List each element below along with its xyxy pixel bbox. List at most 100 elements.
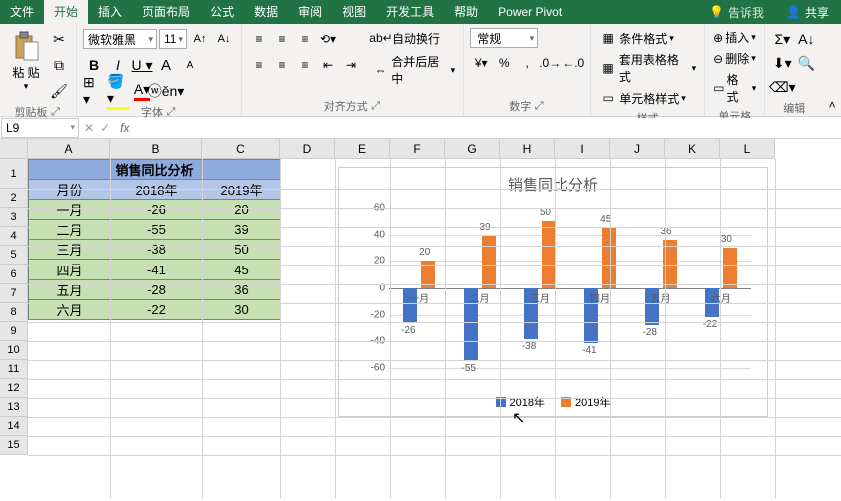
underline-button[interactable]: U ▾	[131, 54, 153, 76]
comma-button[interactable]: ,	[516, 52, 538, 74]
col-header[interactable]: I	[555, 139, 610, 159]
tab-dev[interactable]: 开发工具	[376, 0, 444, 24]
font-name-combo[interactable]: 微软雅黑	[83, 29, 157, 49]
tell-me[interactable]: 💡 告诉我	[699, 4, 774, 21]
row-header[interactable]: 4	[0, 227, 28, 246]
phonetic-button[interactable]: ⓦěn▾	[155, 80, 177, 102]
align-bottom-button[interactable]: ≡	[294, 28, 316, 50]
ribbon-tabs: 文件 开始 插入 页面布局 公式 数据 审阅 视图 开发工具 帮助 Power …	[0, 0, 841, 24]
row-header[interactable]: 6	[0, 265, 28, 284]
cell-styles-button[interactable]: ▭单元格样式▾	[597, 88, 698, 108]
wrap-text-button[interactable]: ab↵自动换行	[370, 28, 457, 48]
col-header[interactable]: A	[28, 139, 110, 159]
autosum-button[interactable]: Σ▾	[771, 28, 793, 50]
paste-button[interactable]: 粘 贴 ▾	[6, 28, 46, 94]
col-header[interactable]: B	[110, 139, 202, 159]
row-header[interactable]: 12	[0, 379, 28, 398]
scissors-icon: ✂	[53, 31, 65, 48]
cancel-formula-button[interactable]: ✕	[84, 121, 94, 135]
clear-button[interactable]: ⌫▾	[771, 76, 793, 98]
orientation-button[interactable]: ⟲▾	[317, 28, 339, 50]
col-header[interactable]: H	[500, 139, 555, 159]
insert-cells-button[interactable]: ⊕插入▾	[711, 28, 758, 47]
align-center-button[interactable]: ≡	[271, 54, 293, 76]
row-header[interactable]: 2	[0, 189, 28, 208]
cell: 三月	[29, 240, 111, 260]
row-header[interactable]: 13	[0, 398, 28, 417]
font-launcher[interactable]: ⤢	[165, 106, 177, 118]
increase-font-button[interactable]: A↑	[189, 28, 211, 50]
row-header[interactable]: 7	[0, 284, 28, 303]
row-header[interactable]: 15	[0, 436, 28, 455]
increase-decimal-button[interactable]: .0→	[539, 52, 561, 74]
cut-button[interactable]: ✂	[48, 28, 70, 50]
tab-help[interactable]: 帮助	[444, 0, 488, 24]
tab-home[interactable]: 开始	[44, 0, 88, 24]
col-header[interactable]: L	[720, 139, 775, 159]
tab-file[interactable]: 文件	[0, 0, 44, 24]
merge-center-button[interactable]: ⇔合并后居中▾	[370, 52, 457, 88]
number-launcher[interactable]: ⤢	[533, 100, 545, 112]
format-cells-button[interactable]: ▭格式▾	[711, 70, 758, 106]
row-header[interactable]: 11	[0, 360, 28, 379]
tab-layout[interactable]: 页面布局	[132, 0, 200, 24]
delete-cells-button[interactable]: ⊖删除▾	[711, 49, 758, 68]
number-format-combo[interactable]: 常规	[470, 28, 538, 48]
row-header[interactable]: 1	[0, 159, 28, 189]
align-top-button[interactable]: ≡	[248, 28, 270, 50]
decrease-decimal-button[interactable]: ←.0	[562, 52, 584, 74]
row-header[interactable]: 9	[0, 322, 28, 341]
bold-button[interactable]: B	[83, 54, 105, 76]
row-header[interactable]: 14	[0, 417, 28, 436]
copy-button[interactable]: ⧉	[48, 54, 70, 76]
indent-decrease-button[interactable]: ⇤	[317, 54, 339, 76]
sort-filter-button[interactable]: A↓	[795, 28, 817, 50]
conditional-format-button[interactable]: ▦条件格式▾	[597, 28, 698, 48]
percent-button[interactable]: %	[493, 52, 515, 74]
col-header[interactable]: F	[390, 139, 445, 159]
decrease-font-button[interactable]: A↓	[213, 28, 235, 50]
tab-formulas[interactable]: 公式	[200, 0, 244, 24]
col-header[interactable]: E	[335, 139, 390, 159]
eraser-icon: ⌫▾	[769, 79, 796, 96]
align-right-button[interactable]: ≡	[294, 54, 316, 76]
indent-increase-button[interactable]: ⇥	[340, 54, 362, 76]
row-header[interactable]: 8	[0, 303, 28, 322]
col-header[interactable]: J	[610, 139, 665, 159]
col-header[interactable]: D	[280, 139, 335, 159]
tab-data[interactable]: 数据	[244, 0, 288, 24]
font-size-combo[interactable]: 11	[159, 29, 187, 49]
share-button[interactable]: 👤 共享	[774, 4, 841, 21]
fx-icon[interactable]: fx	[114, 121, 135, 135]
currency-button[interactable]: ¥▾	[470, 52, 492, 74]
align-left-button[interactable]: ≡	[248, 54, 270, 76]
align-launcher[interactable]: ⤢	[370, 100, 382, 112]
fill-button[interactable]: ⬇▾	[771, 52, 793, 74]
select-all-corner[interactable]	[0, 139, 28, 159]
row-header[interactable]: 5	[0, 246, 28, 265]
tab-view[interactable]: 视图	[332, 0, 376, 24]
name-box[interactable]: L9	[1, 118, 79, 138]
worksheet[interactable]: A B C D E F G H I J K L 1234567891011121…	[0, 139, 841, 499]
col-header[interactable]: K	[665, 139, 720, 159]
font-big-button[interactable]: A	[155, 54, 177, 76]
tab-insert[interactable]: 插入	[88, 0, 132, 24]
format-painter-button[interactable]: 🖌	[48, 80, 70, 102]
fill-color-button[interactable]: 🪣▾	[107, 80, 129, 102]
cell: -26	[111, 200, 203, 220]
enter-formula-button[interactable]: ✓	[100, 121, 110, 135]
collapse-ribbon-button[interactable]: ˄	[829, 98, 836, 112]
border-button[interactable]: ⊞ ▾	[83, 80, 105, 102]
col-header[interactable]: C	[202, 139, 280, 159]
row-header[interactable]: 3	[0, 208, 28, 227]
tab-powerpivot[interactable]: Power Pivot	[488, 0, 572, 24]
find-button[interactable]: 🔍	[795, 52, 817, 74]
formula-input[interactable]	[135, 118, 841, 138]
col-header[interactable]: G	[445, 139, 500, 159]
align-middle-button[interactable]: ≡	[271, 28, 293, 50]
font-small-button[interactable]: A	[179, 54, 201, 76]
row-header[interactable]: 10	[0, 341, 28, 360]
clipboard-launcher[interactable]: ⤢	[50, 106, 62, 118]
format-as-table-button[interactable]: ▦套用表格格式▾	[597, 50, 698, 86]
tab-review[interactable]: 审阅	[288, 0, 332, 24]
